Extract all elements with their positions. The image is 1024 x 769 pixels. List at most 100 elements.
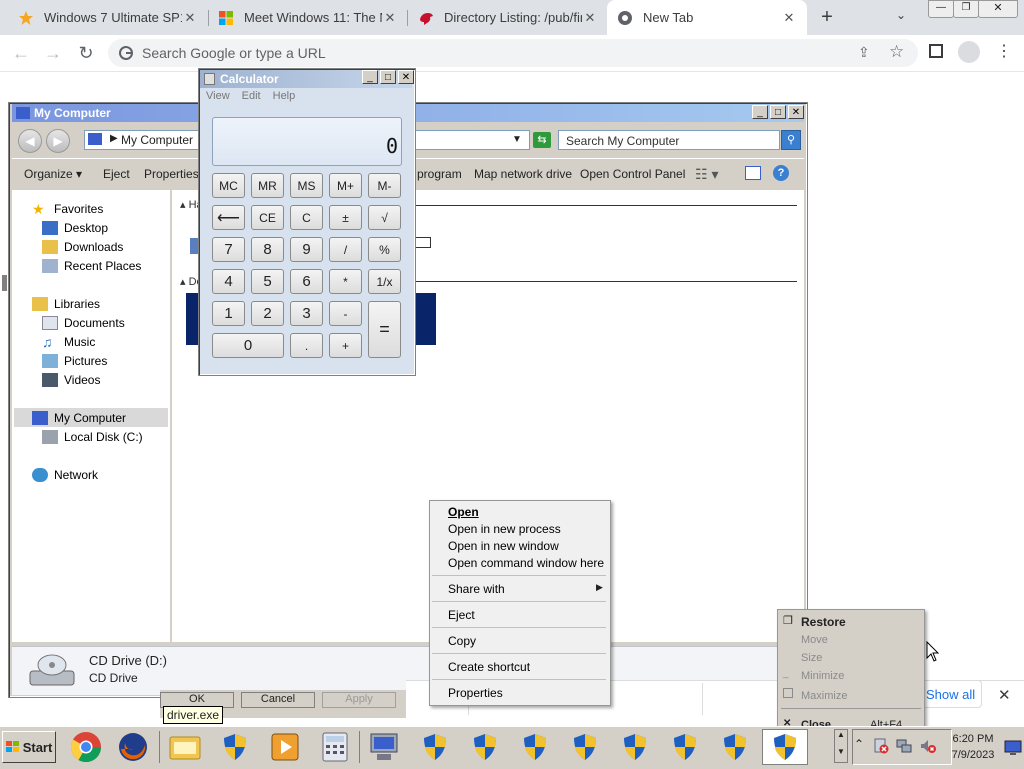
uac-shield-taskbar-icon[interactable]: [712, 729, 758, 765]
tab-windows11[interactable]: Meet Windows 11: The N ✕: [208, 0, 408, 35]
open-control-panel-button[interactable]: Open Control Panel: [580, 167, 685, 181]
mc-button[interactable]: MC: [212, 173, 245, 198]
reload-icon[interactable]: ↻: [74, 41, 98, 65]
search-icon[interactable]: ⚲: [781, 130, 801, 150]
tab-windows7[interactable]: Windows 7 Ultimate SP1 ✕: [8, 0, 208, 35]
chrome-menu-icon[interactable]: ⋮: [996, 42, 1012, 62]
forward-button[interactable]: ▶: [46, 129, 70, 153]
scroll-down-icon[interactable]: ▼: [835, 747, 847, 756]
nav-my-computer[interactable]: My Computer: [14, 408, 168, 427]
back-button[interactable]: ◀: [18, 129, 42, 153]
firefox-taskbar-icon[interactable]: [110, 729, 156, 765]
bookmark-star-icon[interactable]: ☆: [889, 42, 907, 61]
close-button[interactable]: ✕: [788, 105, 804, 119]
ms-button[interactable]: MS: [290, 173, 323, 198]
start-button[interactable]: Start: [2, 731, 56, 763]
tab-search-chevron-icon[interactable]: ⌄: [896, 8, 914, 26]
show-desktop-icon[interactable]: [1004, 738, 1022, 756]
ctx-open[interactable]: Open: [448, 503, 479, 520]
chrome-taskbar-icon[interactable]: [63, 729, 109, 765]
digit-8-button[interactable]: 8: [251, 237, 284, 262]
digit-3-button[interactable]: 3: [290, 301, 323, 326]
breadcrumb-arrow-icon[interactable]: ▶: [110, 133, 118, 144]
side-panel-icon[interactable]: [929, 44, 943, 58]
nav-music[interactable]: ♫ Music: [42, 332, 95, 351]
uac-shield-taskbar-icon[interactable]: [412, 729, 458, 765]
minimize-button[interactable]: _: [752, 105, 768, 119]
sys-maximize[interactable]: Maximize: [801, 690, 847, 702]
negate-button[interactable]: ±: [329, 205, 362, 230]
digit-6-button[interactable]: 6: [290, 269, 323, 294]
close-tab-icon[interactable]: ✕: [781, 10, 797, 26]
close-button[interactable]: ✕: [398, 70, 414, 84]
add-button[interactable]: +: [329, 333, 362, 358]
cancel-button[interactable]: Cancel: [241, 692, 315, 708]
nav-desktop[interactable]: Desktop: [42, 218, 108, 237]
ctx-create-shortcut[interactable]: Create shortcut: [448, 658, 530, 675]
uac-shield-taskbar-icon[interactable]: [662, 729, 708, 765]
sys-move[interactable]: Move: [801, 634, 828, 646]
my-computer-taskbar-icon[interactable]: [362, 729, 408, 765]
uninstall-program-button[interactable]: program: [417, 167, 462, 181]
nav-downloads[interactable]: Downloads: [42, 237, 123, 256]
uac-shield-taskbar-icon[interactable]: [612, 729, 658, 765]
close-tab-icon[interactable]: ✕: [182, 10, 198, 26]
nav-documents[interactable]: Documents: [42, 313, 125, 332]
ctx-copy[interactable]: Copy: [448, 632, 476, 649]
uac-shield-taskbar-icon-active[interactable]: [762, 729, 808, 765]
minimize-button[interactable]: _: [362, 70, 378, 84]
ce-button[interactable]: CE: [251, 205, 284, 230]
nav-favorites[interactable]: ★ Favorites: [32, 199, 103, 218]
change-view-icon[interactable]: ☷ ▾: [695, 166, 718, 183]
calculator-taskbar-icon[interactable]: [312, 729, 358, 765]
decimal-button[interactable]: .: [290, 333, 323, 358]
ctx-properties[interactable]: Properties: [448, 684, 503, 701]
nav-pictures[interactable]: Pictures: [42, 351, 107, 370]
action-center-warning-icon[interactable]: [873, 738, 889, 754]
digit-2-button[interactable]: 2: [251, 301, 284, 326]
maximize-button[interactable]: □: [380, 70, 396, 84]
nav-libraries[interactable]: Libraries: [32, 294, 100, 313]
subtract-button[interactable]: -: [329, 301, 362, 326]
mr-button[interactable]: MR: [251, 173, 284, 198]
explorer-taskbar-icon[interactable]: [162, 729, 208, 765]
media-player-taskbar-icon[interactable]: [262, 729, 308, 765]
eject-button[interactable]: Eject: [103, 167, 130, 181]
properties-button[interactable]: Properties: [144, 167, 199, 181]
sys-size[interactable]: Size: [801, 652, 822, 664]
tab-directory-listing[interactable]: Directory Listing: /pub/fin ✕: [408, 0, 608, 35]
reciprocal-button[interactable]: 1/x: [368, 269, 401, 294]
m-plus-button[interactable]: M+: [329, 173, 362, 198]
nav-network[interactable]: Network: [32, 465, 98, 484]
new-tab-button[interactable]: +: [816, 6, 838, 28]
backspace-button[interactable]: ⟵: [212, 205, 245, 230]
back-arrow-icon[interactable]: ←: [9, 41, 33, 65]
apply-button[interactable]: Apply: [322, 692, 396, 708]
window-restore-button[interactable]: ❐: [953, 0, 979, 18]
close-download-bar-icon[interactable]: ✕: [998, 686, 1011, 704]
window-close-button[interactable]: ✕: [978, 0, 1018, 18]
share-icon[interactable]: ⇪: [858, 44, 876, 62]
digit-0-button[interactable]: 0: [212, 333, 284, 358]
percent-button[interactable]: %: [368, 237, 401, 262]
digit-4-button[interactable]: 4: [212, 269, 245, 294]
show-hidden-icons-icon[interactable]: ⌃: [854, 737, 864, 751]
multiply-button[interactable]: *: [329, 269, 362, 294]
equals-button[interactable]: =: [368, 301, 401, 358]
profile-avatar-icon[interactable]: [958, 41, 980, 63]
refresh-icon[interactable]: ⇆: [533, 132, 551, 148]
digit-7-button[interactable]: 7: [212, 237, 245, 262]
ctx-open-new-process[interactable]: Open in new process: [448, 520, 561, 537]
address-dropdown-icon[interactable]: ▼: [512, 134, 522, 145]
network-tray-icon[interactable]: [896, 738, 912, 754]
menu-view[interactable]: View: [206, 90, 230, 102]
scroll-up-icon[interactable]: ▲: [835, 730, 847, 739]
organize-button[interactable]: Organize ▾: [24, 167, 82, 181]
splitter-handle[interactable]: [2, 275, 7, 291]
sqrt-button[interactable]: √: [368, 205, 401, 230]
volume-muted-icon[interactable]: [920, 738, 936, 754]
divide-button[interactable]: /: [329, 237, 362, 262]
forward-arrow-icon[interactable]: →: [41, 41, 65, 65]
uac-shield-taskbar-icon[interactable]: [512, 729, 558, 765]
nav-videos[interactable]: Videos: [42, 370, 100, 389]
